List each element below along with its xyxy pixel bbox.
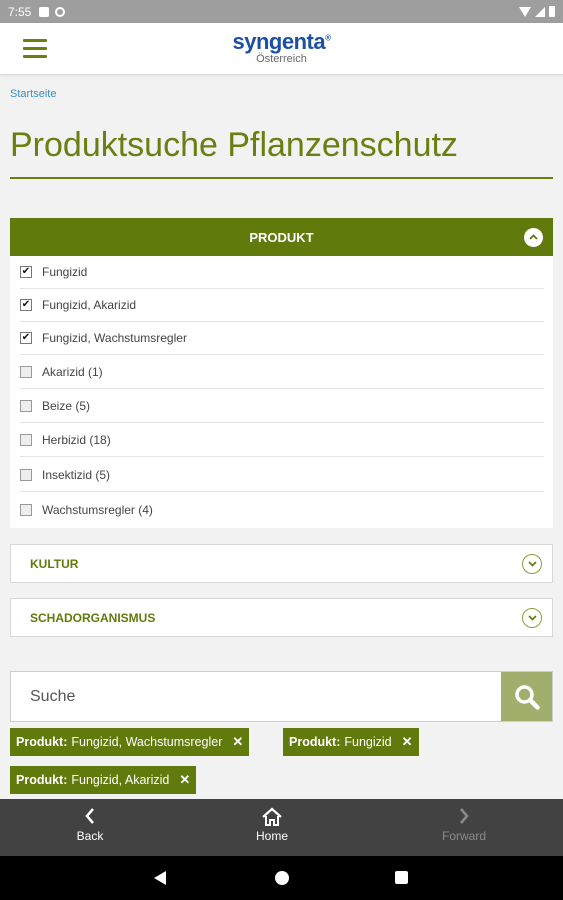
checkbox[interactable] — [20, 434, 32, 446]
chevron-down-icon[interactable] — [522, 608, 542, 628]
checkbox[interactable] — [20, 366, 32, 378]
produkt-panel-header[interactable]: PRODUKT — [10, 218, 553, 256]
bottom-nav: Back Home Forward — [0, 799, 563, 856]
option-label: Beize (5) — [42, 399, 91, 413]
logo-subtitle: Österreich — [256, 53, 307, 65]
breadcrumb-home[interactable]: Startseite — [10, 88, 56, 100]
checkbox[interactable]: ✔ — [20, 299, 32, 311]
system-back-icon[interactable] — [154, 871, 166, 885]
option-label: Herbizid (18) — [42, 433, 111, 447]
search-bar — [10, 671, 553, 722]
page-title: Produktsuche Pflanzenschutz — [10, 126, 458, 164]
filter-tag[interactable]: Produkt: Fungizid, Wachstumsregler ✕ — [10, 728, 250, 756]
logo-mark: ® — [325, 33, 331, 43]
option-beize[interactable]: Beize (5) — [20, 390, 544, 423]
status-bar: 7:55 — [0, 0, 563, 23]
wifi-icon — [519, 6, 531, 17]
chevron-left-icon — [30, 807, 150, 829]
search-input[interactable] — [11, 672, 502, 721]
search-button[interactable] — [501, 672, 552, 721]
tag-prefix: Produkt: — [289, 735, 341, 749]
tag-value: Fungizid, Akarizid — [71, 773, 170, 787]
option-fungizid[interactable]: ✔ Fungizid — [20, 256, 544, 289]
forward-label: Forward — [441, 829, 486, 843]
signal-icon — [535, 6, 545, 17]
chevron-right-icon — [404, 807, 524, 829]
tag-value: Fungizid, Wachstumsregler — [71, 735, 223, 749]
option-herbizid[interactable]: Herbizid (18) — [20, 424, 544, 457]
chevron-up-icon[interactable] — [524, 228, 543, 247]
option-akarizid[interactable]: Akarizid (1) — [20, 356, 544, 389]
option-label: Fungizid, Wachstumsregler — [42, 331, 187, 345]
checkbox[interactable] — [20, 469, 32, 481]
close-icon[interactable]: ✕ — [232, 734, 243, 750]
tag-prefix: Produkt: — [16, 735, 68, 749]
checkbox[interactable]: ✔ — [20, 266, 32, 278]
app-header: syngenta® Österreich — [0, 23, 563, 75]
produkt-panel-title: PRODUKT — [249, 229, 314, 245]
produkt-options-list: ✔ Fungizid ✔ Fungizid, Akarizid ✔ Fungiz… — [10, 256, 553, 528]
option-fungizid-akarizid[interactable]: ✔ Fungizid, Akarizid — [20, 289, 544, 322]
option-label: Fungizid, Akarizid — [42, 298, 137, 312]
home-button[interactable]: Home — [212, 799, 332, 856]
option-label: Insektizid (5) — [42, 468, 111, 482]
option-insektizid[interactable]: Insektizid (5) — [20, 459, 544, 492]
syngenta-logo[interactable]: syngenta® Österreich — [0, 29, 563, 65]
schadorganismus-accordion-title: SCHADORGANISMUS — [30, 610, 156, 625]
option-label: Fungizid — [42, 265, 88, 279]
tag-prefix: Produkt: — [16, 773, 68, 787]
checkbox[interactable] — [20, 503, 32, 516]
option-label: Wachstumsregler (4) — [42, 502, 153, 517]
back-label: Back — [76, 829, 104, 843]
back-button[interactable]: Back — [30, 799, 150, 856]
battery-icon — [549, 6, 555, 17]
option-fungizid-wachstumsregler[interactable]: ✔ Fungizid, Wachstumsregler — [20, 322, 544, 355]
system-nav-bar — [0, 856, 563, 900]
search-icon — [514, 684, 540, 710]
notification-icon — [39, 6, 50, 17]
filter-tag[interactable]: Produkt: Fungizid, Akarizid ✕ — [10, 766, 197, 794]
home-label: Home — [255, 829, 288, 843]
kultur-accordion-title: KULTUR — [30, 556, 79, 571]
schadorganismus-accordion[interactable]: SCHADORGANISMUS — [10, 598, 553, 637]
filter-tag[interactable]: Produkt: Fungizid ✕ — [283, 728, 419, 756]
chevron-down-icon[interactable] — [522, 554, 542, 574]
checkbox[interactable]: ✔ — [20, 332, 32, 344]
kultur-accordion[interactable]: KULTUR — [10, 544, 553, 583]
option-label: Akarizid (1) — [42, 365, 103, 379]
title-divider — [10, 177, 553, 179]
tag-value: Fungizid — [344, 735, 392, 749]
system-recents-icon[interactable] — [395, 871, 408, 884]
close-icon[interactable]: ✕ — [179, 772, 190, 788]
checkbox[interactable] — [20, 400, 32, 412]
forward-button[interactable]: Forward — [404, 799, 524, 856]
close-icon[interactable]: ✕ — [402, 734, 413, 750]
home-icon — [212, 807, 332, 829]
logo-text: syngenta — [232, 29, 326, 54]
status-time: 7:55 — [8, 4, 32, 19]
option-wachstumsregler[interactable]: Wachstumsregler (4) — [20, 493, 544, 526]
system-home-icon[interactable] — [275, 871, 289, 885]
sync-icon — [55, 6, 66, 17]
